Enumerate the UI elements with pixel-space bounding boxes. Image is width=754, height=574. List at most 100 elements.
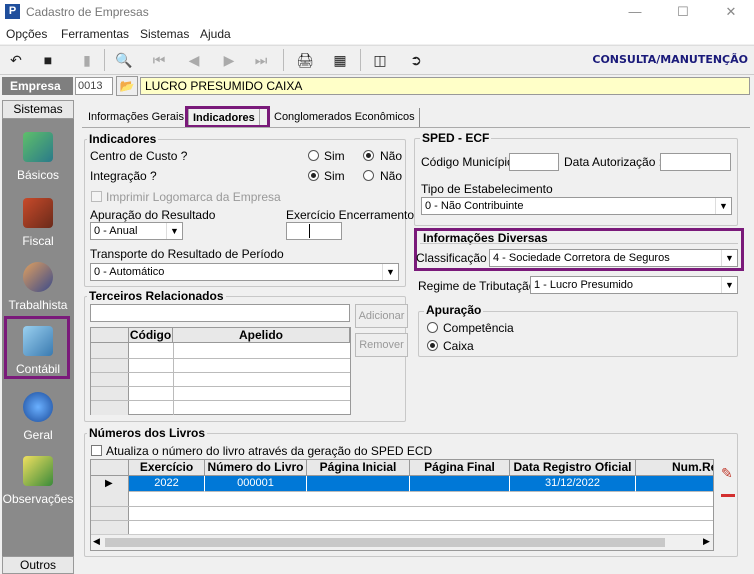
tab-highlight <box>185 106 270 128</box>
livros-col-pagina-inicial[interactable]: Página Inicial <box>307 460 410 476</box>
centro-custo-sim-radio[interactable] <box>308 150 319 164</box>
livros-col-data-registro[interactable]: Data Registro Oficial <box>510 460 636 476</box>
atualiza-livro-label: Atualiza o número do livro através da ge… <box>106 444 433 458</box>
exercicio-encerramento-input[interactable] <box>286 222 342 240</box>
basicos-icon <box>23 132 53 162</box>
sidebar-item-fiscal[interactable]: Fiscal <box>2 198 74 258</box>
chevron-down-icon: ▼ <box>721 250 737 266</box>
menu-ajuda[interactable]: Ajuda <box>200 27 231 41</box>
centro-custo-label: Centro de Custo ? <box>90 149 188 163</box>
competencia-radio[interactable] <box>427 322 438 336</box>
terceiros-col-apelido[interactable]: Apelido <box>173 328 350 343</box>
atualiza-livro-checkbox[interactable] <box>91 445 102 459</box>
first-record-icon[interactable]: ⏮ <box>148 50 170 70</box>
competencia-label: Competência <box>443 321 514 335</box>
centro-custo-nao-label: Não <box>380 149 403 163</box>
data-autorizacao-input[interactable] <box>660 153 731 171</box>
adicionar-button[interactable]: Adicionar <box>355 304 408 328</box>
terceiros-grid[interactable]: Código Apelido <box>90 327 351 415</box>
remove-line-icon[interactable] <box>721 494 735 497</box>
chevron-down-icon: ▼ <box>715 198 731 214</box>
save-icon[interactable]: ■ <box>37 50 59 70</box>
open-folder-icon[interactable]: 📂 <box>116 76 138 96</box>
imprimir-logo-label: Imprimir Logomarca da Empresa <box>106 190 281 204</box>
grid-corner <box>91 328 129 343</box>
scrollbar-thumb[interactable] <box>105 538 665 547</box>
empresa-label: Empresa <box>2 77 73 95</box>
centro-custo-nao-radio[interactable] <box>363 150 374 164</box>
centro-custo-sim-label: Sim <box>324 149 345 163</box>
empresa-code-field[interactable]: 0013 <box>75 77 113 95</box>
scroll-right-icon[interactable]: ▶ <box>703 536 710 547</box>
exit-icon[interactable]: ➲ <box>405 50 427 70</box>
codigo-municipio-input[interactable] <box>509 153 559 171</box>
terceiros-input[interactable] <box>90 304 350 322</box>
sidebar-item-label: Trabalhista <box>8 298 68 312</box>
grid-corner <box>91 460 129 476</box>
toolbar-separator <box>360 49 361 71</box>
livros-col-pagina-final[interactable]: Página Final <box>410 460 510 476</box>
fiscal-icon <box>23 198 53 228</box>
document-icon[interactable]: ▮ <box>76 50 98 70</box>
tab-informacoes-gerais[interactable]: Informações Gerais <box>84 108 188 128</box>
regime-select[interactable]: 1 - Lucro Presumido ▼ <box>530 276 738 294</box>
sidebar-item-trabalhista[interactable]: Trabalhista <box>2 262 74 322</box>
next-record-icon[interactable]: ▶ <box>218 50 240 70</box>
report-icon[interactable]: ▦ <box>329 50 351 70</box>
minimize-button[interactable]: — <box>612 0 658 24</box>
integracao-sim-radio[interactable] <box>308 170 319 184</box>
imprimir-logo-checkbox[interactable] <box>91 191 102 205</box>
menu-opcoes[interactable]: Opções <box>6 27 47 41</box>
horizontal-scrollbar[interactable]: ◀ ▶ <box>91 534 713 550</box>
menu-sistemas[interactable]: Sistemas <box>140 27 189 41</box>
trabalhista-icon <box>23 262 53 292</box>
sidebar-footer[interactable]: Outros <box>2 556 74 574</box>
livros-col-exercicio[interactable]: Exercício <box>129 460 205 476</box>
transporte-label: Transporte do Resultado de Período <box>90 247 284 261</box>
chevron-down-icon: ▼ <box>166 223 182 239</box>
livros-grid[interactable]: Exercício Número do Livro Página Inicial… <box>90 459 714 551</box>
tab-conglomerados[interactable]: Conglomerados Econômicos <box>270 108 420 128</box>
scroll-left-icon[interactable]: ◀ <box>93 536 100 547</box>
remover-button[interactable]: Remover <box>355 333 408 357</box>
classificacao-label: Classificação : <box>416 251 494 265</box>
export-icon[interactable]: ◫ <box>369 50 391 70</box>
sidebar-item-basicos[interactable]: Básicos <box>2 132 74 192</box>
caixa-radio[interactable] <box>427 340 438 354</box>
sidebar-item-label: Fiscal <box>22 234 54 248</box>
table-row[interactable]: 2022 000001 31/12/2022 <box>129 476 713 492</box>
grid-line <box>91 386 350 387</box>
classificacao-select[interactable]: 4 - Sociedade Corretora de Seguros ▼ <box>489 249 738 267</box>
undo-icon[interactable]: ↶ <box>5 50 27 70</box>
grid-line <box>173 343 174 415</box>
livros-col-num-re[interactable]: Num.Re <box>636 460 713 476</box>
livros-col-numero[interactable]: Número do Livro <box>205 460 307 476</box>
text-cursor <box>309 224 310 238</box>
tipo-estabelecimento-label: Tipo de Estabelecimento <box>421 182 553 196</box>
sped-title: SPED - ECF <box>420 131 492 145</box>
close-button[interactable]: ✕ <box>708 0 754 24</box>
maximize-button[interactable]: ☐ <box>660 0 706 24</box>
transporte-select[interactable]: 0 - Automático ▼ <box>90 263 399 281</box>
tipo-estabelecimento-select[interactable]: 0 - Não Contribuinte ▼ <box>421 197 732 215</box>
sidebar-item-geral[interactable]: Geral <box>2 392 74 452</box>
apuracao-title: Apuração <box>424 303 484 317</box>
empresa-name-field[interactable]: LUCRO PRESUMIDO CAIXA <box>140 77 750 95</box>
search-document-icon[interactable]: 🔍 <box>113 50 135 70</box>
cell-exercicio: 2022 <box>129 476 205 492</box>
last-record-icon[interactable]: ⏭ <box>250 50 272 70</box>
integracao-nao-radio[interactable] <box>363 170 374 184</box>
integracao-nao-label: Não <box>380 169 403 183</box>
previous-record-icon[interactable]: ◀ <box>183 50 205 70</box>
sidebar-item-observacoes[interactable]: Observações <box>2 456 74 516</box>
sidebar-header[interactable]: Sistemas <box>2 100 74 119</box>
chevron-down-icon: ▼ <box>721 277 737 293</box>
tab-divider <box>82 127 750 128</box>
apuracao-resultado-select[interactable]: 0 - Anual ▼ <box>90 222 183 240</box>
menu-ferramentas[interactable]: Ferramentas <box>61 27 129 41</box>
print-icon[interactable]: 🖨 <box>294 50 316 70</box>
terceiros-col-codigo[interactable]: Código <box>129 328 173 343</box>
cell-pagina-inicial <box>307 476 410 492</box>
toolbar-separator <box>104 49 105 71</box>
edit-pencil-icon[interactable]: ✎ <box>721 465 733 482</box>
